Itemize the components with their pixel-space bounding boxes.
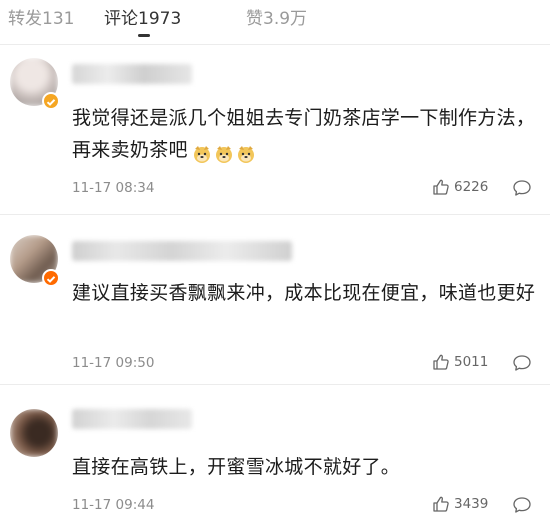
tab-comments[interactable]: 评论1973 xyxy=(104,4,181,29)
thumbs-up-icon xyxy=(433,496,449,512)
doge-emoji-icon xyxy=(215,145,232,163)
reply-icon[interactable] xyxy=(512,496,532,514)
comment-item: 直接在高铁上，开蜜雪冰城不就好了。 11-17 09:44 3439 xyxy=(0,385,550,518)
comment-text: 我觉得还是派几个姐姐去专门奶茶店学一下制作方法，再来卖奶茶吧 xyxy=(72,102,542,169)
tab-reposts[interactable]: 转发131 xyxy=(8,4,74,29)
reply-icon[interactable] xyxy=(512,179,532,197)
doge-emoji-icon xyxy=(193,145,210,163)
tab-likes[interactable]: 赞3.9万 xyxy=(246,4,307,29)
comment-timestamp: 11-17 08:34 xyxy=(72,180,155,196)
comment-item: 我觉得还是派几个姐姐去专门奶茶店学一下制作方法，再来卖奶茶吧 11-17 08:… xyxy=(0,46,550,214)
like-count: 6226 xyxy=(454,179,489,195)
verified-badge-icon xyxy=(42,269,60,287)
like-button[interactable]: 5011 xyxy=(432,353,488,371)
comment-tabs: 转发131 评论1973 赞3.9万 xyxy=(0,0,550,40)
comment-text: 直接在高铁上，开蜜雪冰城不就好了。 xyxy=(72,456,401,478)
like-count: 5011 xyxy=(454,354,489,370)
username-blurred[interactable] xyxy=(72,241,292,261)
thumbs-up-icon xyxy=(433,179,449,195)
username-blurred[interactable] xyxy=(72,409,192,429)
like-button[interactable]: 6226 xyxy=(432,178,488,196)
comment-text: 建议直接买香飘飘来冲，成本比现在便宜，味道也更好 xyxy=(72,282,536,304)
active-tab-indicator xyxy=(138,34,150,37)
verified-badge-icon xyxy=(42,92,60,110)
reply-icon[interactable] xyxy=(512,354,532,372)
comment-timestamp: 11-17 09:50 xyxy=(72,355,155,371)
like-button[interactable]: 3439 xyxy=(432,495,488,513)
comment-timestamp: 11-17 09:44 xyxy=(72,497,155,513)
like-count: 3439 xyxy=(454,496,489,512)
thumbs-up-icon xyxy=(433,354,449,370)
comment-item: 建议直接买香飘飘来冲，成本比现在便宜，味道也更好 11-17 09:50 501… xyxy=(0,215,550,383)
emoji-group xyxy=(192,137,258,169)
avatar[interactable] xyxy=(10,409,58,457)
username-blurred[interactable] xyxy=(72,64,192,84)
divider xyxy=(0,44,550,45)
doge-emoji-icon xyxy=(237,145,254,163)
